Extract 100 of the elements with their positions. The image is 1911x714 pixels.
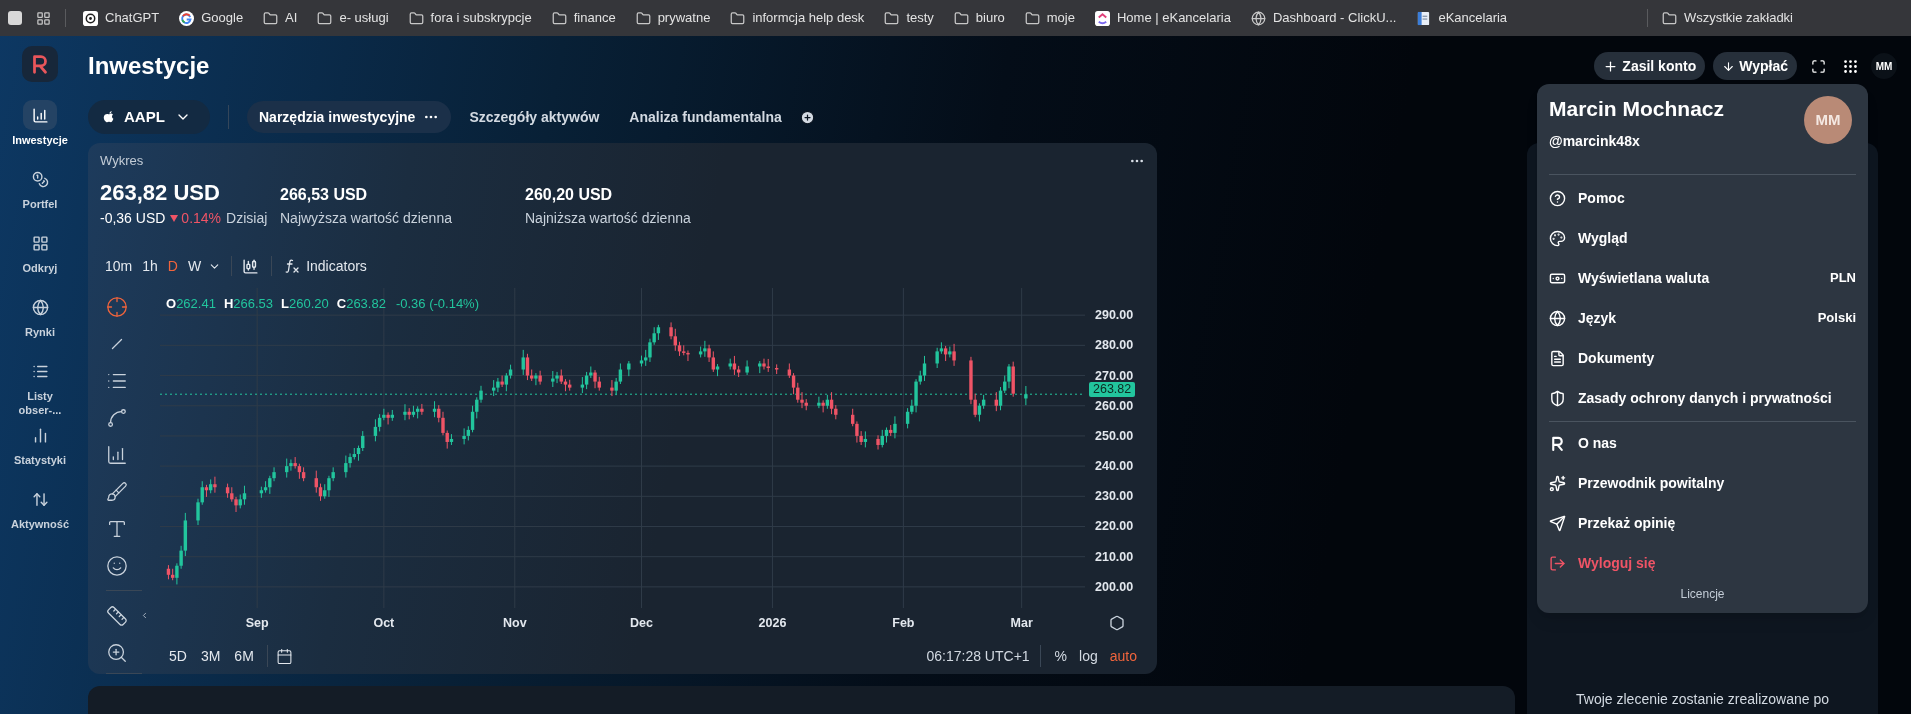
bookmark[interactable]: prywatne <box>632 8 714 28</box>
indicators-button[interactable]: Indicators <box>284 254 367 278</box>
candlestick <box>1007 363 1011 389</box>
bookmark[interactable]: finance <box>548 8 619 28</box>
menu-item[interactable]: Przewodnik powitalny <box>1549 463 1856 503</box>
tab[interactable]: Szczegóły aktywów <box>457 101 612 133</box>
apps-icon[interactable] <box>36 10 51 26</box>
ruler-icon[interactable] <box>106 604 128 627</box>
candlestick <box>1024 385 1028 406</box>
bookmark[interactable]: Dashboard - ClickU... <box>1247 8 1400 28</box>
crosshair-icon[interactable] <box>106 295 128 318</box>
change-percent: 0.14% <box>181 209 222 228</box>
apple-icon <box>102 110 116 124</box>
bookmark[interactable]: testy <box>881 8 937 28</box>
sidebar-item[interactable]: Aktywność <box>2 482 78 546</box>
smiley-icon[interactable] <box>106 554 128 577</box>
timeframe-button[interactable]: 10m <box>100 254 138 278</box>
menu-item[interactable]: Wygląd <box>1549 218 1856 258</box>
bookmark[interactable]: e- usługi <box>314 8 392 28</box>
bookmark[interactable]: biuro <box>950 8 1008 28</box>
menu-item[interactable]: Wyloguj się <box>1549 543 1856 583</box>
apps-grid-icon[interactable] <box>1842 57 1859 75</box>
bookmark[interactable]: ChatGPT <box>80 8 163 28</box>
candlestick <box>403 403 407 421</box>
menu-item[interactable]: Zasady ochrony danych i prywatności <box>1549 378 1856 418</box>
folder-icon <box>263 10 279 26</box>
withdraw-button[interactable]: Wypłać <box>1713 52 1797 80</box>
candlestick <box>213 476 217 494</box>
sidebar-item[interactable]: Portfel <box>2 162 78 226</box>
menu-item[interactable]: Dokumenty <box>1549 338 1856 378</box>
avatar-button[interactable]: MM <box>1871 53 1897 79</box>
arrow-down-icon <box>1722 59 1736 73</box>
sidebar-item[interactable]: Listy obser-... <box>2 354 78 418</box>
last-price-label: 263.82 <box>1089 382 1136 398</box>
settings-icon[interactable] <box>1109 615 1125 631</box>
candlestick <box>732 355 737 376</box>
symbol-selector[interactable]: AAPL <box>88 100 210 134</box>
licenses-link[interactable]: Licencje <box>1680 585 1725 603</box>
range-button[interactable]: 3M <box>195 643 226 669</box>
range-button[interactable]: 6M <box>229 643 259 669</box>
arrows-icon <box>31 490 49 508</box>
y-axis-label: 240.00 <box>1095 458 1134 475</box>
bookmark[interactable]: informcja help desk <box>727 8 868 28</box>
sidebar-item[interactable]: Odkryj <box>2 226 78 290</box>
brush-icon[interactable] <box>106 480 128 503</box>
scale-option[interactable]: % <box>1050 643 1072 669</box>
deposit-button[interactable]: Zasil konto <box>1594 52 1706 80</box>
candlestick <box>817 396 821 409</box>
bookmark[interactable]: Google <box>176 8 247 28</box>
folder-icon <box>730 10 746 26</box>
folder-icon <box>635 10 651 26</box>
tab[interactable]: Narzędzia inwestycyjne <box>247 101 452 133</box>
sidebar-item[interactable]: Statystyki <box>2 418 78 482</box>
plus-icon <box>1603 58 1619 74</box>
add-tab-icon[interactable] <box>799 109 815 125</box>
timeframe-button[interactable]: D <box>162 254 183 278</box>
candlestick <box>196 498 200 526</box>
sparkles-icon <box>1549 474 1566 492</box>
candlestick <box>800 391 804 409</box>
candlestick <box>762 358 766 371</box>
globe-icon <box>1250 10 1266 26</box>
send-icon <box>1549 514 1566 532</box>
zoom-in-icon[interactable] <box>106 641 128 664</box>
timeframe-button[interactable]: 1h <box>137 254 163 278</box>
sidebar-item[interactable]: Rynki <box>2 290 78 354</box>
candlestick <box>500 375 504 388</box>
tab[interactable]: Analiza fundamentalna <box>617 101 794 133</box>
sidebar-item[interactable]: Inwestycje <box>2 98 78 162</box>
order-note: Twoje zlecenie zostanie zrealizowane po <box>1576 690 1829 709</box>
price-change: -0,36 USD <box>100 209 166 228</box>
period-label: Dzisiaj <box>226 209 268 228</box>
candlestick-icon[interactable] <box>242 257 260 275</box>
menu-item[interactable]: O nas <box>1549 423 1856 463</box>
menu-item[interactable]: Język Polski <box>1549 298 1856 338</box>
ohlc-value: O262.41 <box>166 295 216 313</box>
fullscreen-icon[interactable] <box>1811 58 1826 74</box>
folder-icon <box>551 10 567 26</box>
bookmark[interactable]: eKancelaria <box>1413 8 1511 28</box>
bookmark[interactable]: fora i subskrypcje <box>405 8 535 28</box>
menu-item[interactable]: Przekaż opinię <box>1549 503 1856 543</box>
scale-option[interactable]: log <box>1075 643 1102 669</box>
scale-option[interactable]: auto <box>1105 643 1141 669</box>
x-axis-label: Oct <box>373 615 395 631</box>
app-logo[interactable] <box>22 46 58 82</box>
menu-item[interactable]: Pomoc <box>1549 178 1856 218</box>
candlestick <box>289 458 293 472</box>
collapse-icon[interactable] <box>140 611 149 620</box>
y-axis-label: 220.00 <box>1095 518 1134 535</box>
candlestick <box>935 347 939 369</box>
bookmark[interactable]: Home | eKancelaria <box>1091 8 1234 28</box>
bookmark[interactable]: AI <box>260 8 301 28</box>
document-icon <box>1416 10 1432 26</box>
timeframe-button[interactable]: W <box>182 254 207 278</box>
bookmark[interactable]: moje <box>1021 8 1078 28</box>
range-button[interactable]: 5D <box>164 643 192 669</box>
menu-item[interactable]: Wyświetlana waluta PLN <box>1549 258 1856 298</box>
all-bookmarks[interactable]: Wszystkie zakładki <box>1661 8 1903 28</box>
calendar-icon[interactable] <box>275 647 293 665</box>
folder-icon <box>408 10 424 26</box>
candlestick <box>327 475 331 498</box>
